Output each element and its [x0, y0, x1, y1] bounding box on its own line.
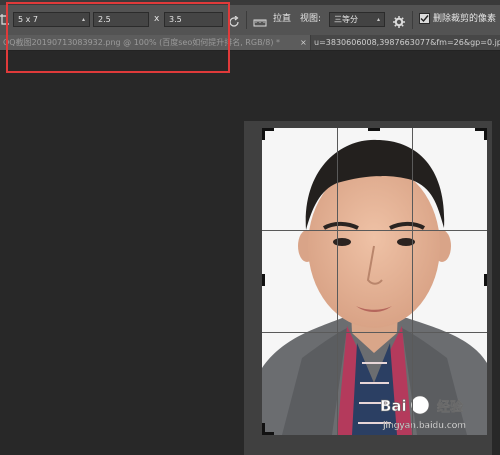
highlight-box [6, 2, 230, 73]
crop-handle-top-left[interactable] [262, 128, 265, 140]
gear-icon[interactable] [393, 13, 405, 28]
crop-handle-bottom-left[interactable] [262, 423, 265, 435]
view-select[interactable]: 三等分 ▴ [329, 12, 385, 27]
tab-close-icon[interactable]: × [298, 35, 310, 50]
document-tab[interactable]: u=3830606008,3987663077&fm=26&gp=0.jp [311, 35, 500, 50]
divider [412, 11, 413, 29]
grid-line-vertical [337, 128, 338, 435]
straighten-label[interactable]: 拉直 [273, 13, 291, 25]
divider [246, 11, 247, 29]
delete-cropped-label[interactable]: 删除裁剪的像素 [433, 13, 496, 25]
view-value: 三等分 [334, 15, 358, 24]
view-label: 视图: [300, 14, 322, 24]
grid-line-horizontal [262, 332, 487, 333]
crop-handle-top-right[interactable] [484, 128, 487, 140]
portrait-photo: Bai 经验 jingyan.baidu.com [262, 128, 487, 435]
dropdown-arrow-icon: ▴ [376, 16, 380, 23]
document-tab-label: u=3830606008,3987663077&fm=26&gp=0.jp [314, 38, 500, 47]
straighten-icon[interactable] [253, 13, 267, 27]
grid-line-horizontal [262, 230, 487, 231]
crop-handle-right[interactable] [484, 274, 487, 286]
grid-line-vertical [412, 128, 413, 435]
crop-handle-left[interactable] [262, 274, 265, 286]
crop-handle-top[interactable] [368, 128, 380, 131]
rule-of-thirds-overlay [262, 128, 487, 435]
delete-cropped-checkbox[interactable] [419, 13, 430, 24]
